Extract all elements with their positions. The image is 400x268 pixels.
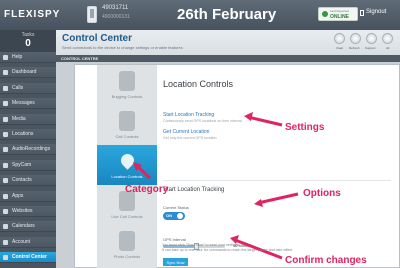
options-arrow <box>257 192 299 205</box>
settings-arrowhead <box>244 112 253 121</box>
flexispy-control-center: FLEXISPY 49031711 4900000131 26th Februa… <box>0 0 400 268</box>
settings-arrow <box>247 115 283 127</box>
sync-note-2: It can take up to one hour for commands … <box>162 248 293 252</box>
options-arrowhead <box>254 199 263 207</box>
category-annotation: Category <box>125 184 169 195</box>
sync-note-1: You must click "Sync Now" to save your s… <box>162 243 239 247</box>
settings-annotation: Settings <box>285 122 325 133</box>
confirm-annotation: Confirm changes <box>285 255 367 266</box>
options-annotation: Options <box>303 188 341 199</box>
annotation-arrows <box>133 112 299 260</box>
